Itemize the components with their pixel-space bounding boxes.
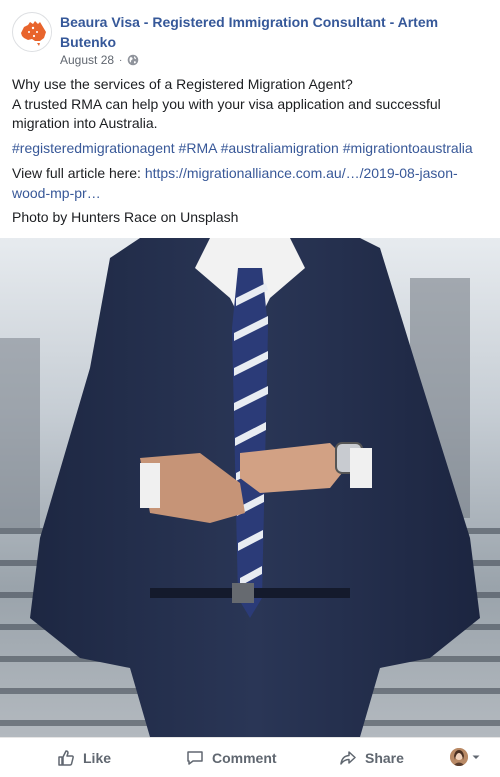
post-body: Why use the services of a Registered Mig… [12,75,488,134]
share-button[interactable]: Share [339,749,404,767]
page-name-link[interactable]: Beaura Visa - Registered Immigration Con… [60,12,490,52]
post-body-line-2: A trusted RMA can help you with your vis… [12,95,441,132]
reaction-profile-selector[interactable] [450,748,481,766]
speech-bubble-icon [187,751,203,765]
hashtag-link[interactable]: #australiamigration [221,140,339,156]
article-line: View full article here: https://migratio… [12,164,488,203]
comment-button[interactable]: Comment [186,749,277,767]
meta-separator: · [119,54,123,66]
hashtag-link[interactable]: #migrationtoaustralia [343,140,473,156]
chevron-down-icon [472,755,480,759]
page-avatar[interactable] [12,12,52,52]
photo-credit: Photo by Hunters Race on Unsplash [12,209,239,225]
post-meta: August 28 · [60,52,139,68]
share-label: Share [365,750,404,766]
post-action-bar: Like Comment Share [0,737,500,777]
like-button[interactable]: Like [57,749,111,767]
post-date[interactable]: August 28 [60,53,114,67]
hashtag-link[interactable]: #RMA [179,140,217,156]
man-in-navy-suit-photo-icon [0,238,500,737]
post-header: Beaura Visa - Registered Immigration Con… [0,0,500,68]
like-label: Like [83,750,112,766]
post-body-line-1: Why use the services of a Registered Mig… [12,76,353,92]
hashtag-link[interactable]: #registeredmigrationagent [12,140,175,156]
profile-avatar-icon [450,748,468,766]
australia-map-logo-icon [14,14,51,51]
article-prefix: View full article here: [12,165,145,181]
globe-icon[interactable] [127,54,139,66]
post-photo[interactable] [0,238,500,737]
comment-label: Comment [212,750,277,766]
share-arrow-icon [340,751,356,765]
hashtag-list: #registeredmigrationagent #RMA #australi… [12,139,488,159]
thumbs-up-icon [58,750,74,766]
